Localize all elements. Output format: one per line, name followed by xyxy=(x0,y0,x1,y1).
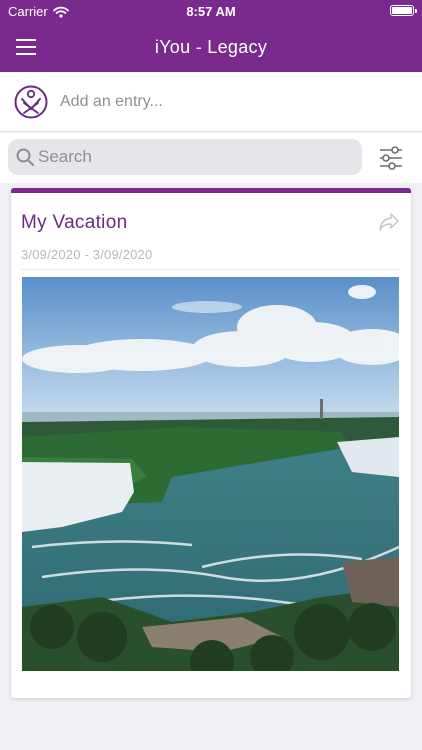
waterfall-landscape-photo[interactable] xyxy=(22,277,399,671)
entry-title: My Vacation xyxy=(21,212,128,233)
search-box[interactable] xyxy=(8,139,362,175)
sliders-icon[interactable] xyxy=(378,145,404,171)
battery-icon xyxy=(390,5,417,16)
status-time: 8:57 AM xyxy=(186,4,236,19)
share-arrow-icon[interactable] xyxy=(378,212,400,232)
search-row xyxy=(0,133,422,183)
navigation-bar: iYou - Legacy xyxy=(0,30,422,64)
iyou-logo-icon xyxy=(14,85,48,119)
add-entry-input[interactable] xyxy=(60,84,400,120)
status-bar: Carrier 8:57 AM xyxy=(0,0,422,22)
card-divider xyxy=(21,269,401,270)
page-title: iYou - Legacy xyxy=(154,37,268,57)
add-entry-row xyxy=(0,72,422,132)
top-bar: Carrier 8:57 AM iYou - Legacy xyxy=(0,0,422,72)
search-input[interactable] xyxy=(38,141,348,173)
search-icon xyxy=(16,148,35,167)
entry-card[interactable]: My Vacation 3/09/2020 - 3/09/2020 xyxy=(11,188,411,698)
entry-date-range: 3/09/2020 - 3/09/2020 xyxy=(21,247,153,262)
